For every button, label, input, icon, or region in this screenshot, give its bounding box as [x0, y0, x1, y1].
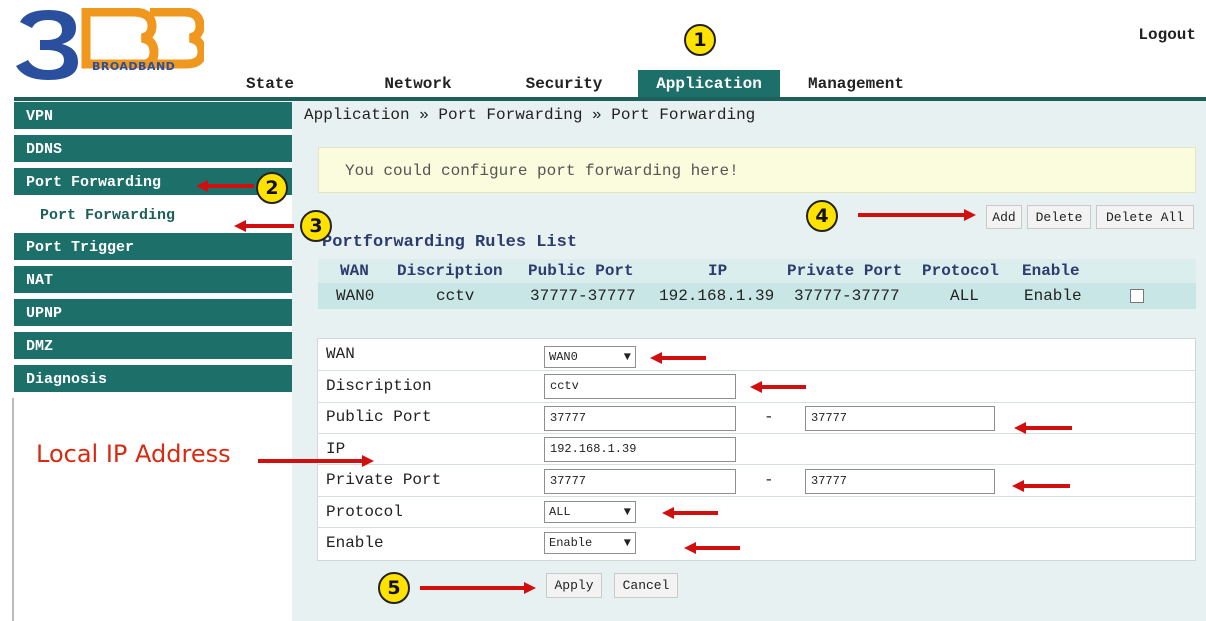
sidebar-item-port-trigger[interactable]: Port Trigger: [14, 233, 292, 262]
rules-list-title: Portforwarding Rules List: [322, 233, 578, 252]
description-input[interactable]: cctv: [544, 374, 736, 399]
arrow-right-icon: [362, 455, 374, 467]
column-header-private-port: Private Port: [787, 262, 903, 280]
public-port-start-input[interactable]: 37777: [544, 406, 736, 431]
nav-tab-network[interactable]: Network: [368, 70, 468, 98]
column-header-public-port: Public Port: [528, 262, 634, 280]
private-port-start-input[interactable]: 37777: [544, 469, 736, 494]
range-separator: -: [764, 471, 774, 489]
sidebar-item-vpn[interactable]: VPN: [14, 102, 292, 131]
row-select-checkbox[interactable]: [1130, 289, 1144, 303]
cell-public-port: 37777-37777: [530, 287, 636, 305]
annotation-arrow: [760, 385, 806, 389]
cell-description: cctv: [436, 287, 475, 305]
cell-private-port: 37777-37777: [794, 287, 900, 305]
cell-wan: WAN0: [336, 287, 375, 305]
private-port-end-input[interactable]: 37777: [805, 469, 995, 494]
delete-button[interactable]: Delete: [1027, 205, 1091, 229]
private-port-label: Private Port: [326, 471, 442, 489]
wan-select[interactable]: WAN0 ▼: [544, 346, 636, 368]
cell-enable: Enable: [1024, 287, 1082, 305]
annotation-arrow: [1022, 484, 1070, 488]
step-badge-3: 3: [300, 210, 332, 242]
enable-select[interactable]: Enable ▼: [544, 532, 636, 554]
arrow-left-icon: [650, 352, 662, 364]
annotation-arrow: [244, 224, 294, 228]
arrow-left-icon: [1012, 480, 1024, 492]
info-notice: You could configure port forwarding here…: [318, 147, 1196, 193]
protocol-select-value: ALL: [549, 505, 571, 519]
arrow-left-icon: [662, 507, 674, 519]
nav-tab-state[interactable]: State: [232, 70, 308, 98]
breadcrumb: Application » Port Forwarding » Port For…: [304, 106, 756, 124]
arrow-left-icon: [684, 542, 696, 554]
nav-tab-application[interactable]: Application: [638, 70, 780, 98]
wan-select-value: WAN0: [549, 350, 578, 364]
cell-protocol: ALL: [950, 287, 979, 305]
logout-link[interactable]: Logout: [1138, 26, 1196, 44]
annotation-arrow: [1024, 426, 1072, 430]
annotation-arrow: [858, 213, 964, 217]
form-divider: [317, 433, 1196, 434]
arrow-right-icon: [964, 209, 976, 221]
sidebar-item-upnp[interactable]: UPNP: [14, 299, 292, 328]
arrow-left-icon: [1014, 422, 1026, 434]
wan-label: WAN: [326, 345, 355, 363]
step-badge-4: 4: [806, 200, 838, 232]
sidebar-item-diagnosis[interactable]: Diagnosis: [14, 365, 292, 394]
ip-input[interactable]: 192.168.1.39: [544, 437, 736, 462]
step-badge-2: 2: [256, 172, 288, 204]
chevron-down-icon: ▼: [623, 536, 631, 550]
annotation-arrow: [258, 459, 362, 463]
column-header-enable: Enable: [1022, 262, 1080, 280]
annotation-arrow: [672, 511, 718, 515]
sidebar-item-dmz[interactable]: DMZ: [14, 332, 292, 361]
arrow-right-icon: [524, 582, 536, 594]
arrow-left-icon: [750, 381, 762, 393]
cancel-button[interactable]: Cancel: [614, 573, 678, 598]
form-divider: [317, 370, 1196, 371]
sidebar-item-port-forwarding[interactable]: Port Forwarding: [14, 168, 292, 197]
annotation-arrow: [420, 586, 524, 590]
column-header-description: Discription: [397, 262, 503, 280]
enable-select-value: Enable: [549, 536, 593, 550]
sidebar-item-nat[interactable]: NAT: [14, 266, 292, 295]
protocol-label: Protocol: [326, 503, 403, 521]
enable-label: Enable: [326, 534, 384, 552]
local-ip-annotation: Local IP Address: [36, 440, 231, 468]
step-badge-5: 5: [378, 572, 410, 604]
nav-tab-management[interactable]: Management: [792, 70, 920, 98]
form-divider: [317, 527, 1196, 528]
annotation-arrow: [206, 184, 254, 188]
range-separator: -: [764, 408, 774, 426]
annotation-arrow: [660, 356, 706, 360]
arrow-left-icon: [196, 180, 208, 192]
step-badge-1: 1: [684, 24, 716, 56]
cell-ip: 192.168.1.39: [659, 287, 775, 305]
ip-label: IP: [326, 440, 346, 458]
description-label: Discription: [326, 377, 432, 395]
form-divider: [317, 402, 1196, 403]
chevron-down-icon: ▼: [623, 505, 631, 519]
public-port-label: Public Port: [326, 408, 432, 426]
add-button[interactable]: Add: [986, 205, 1022, 229]
nav-tab-security[interactable]: Security: [510, 70, 618, 98]
brand-tagline: BROADBAND: [92, 60, 176, 73]
apply-button[interactable]: Apply: [546, 573, 602, 598]
chevron-down-icon: ▼: [623, 350, 631, 364]
column-header-ip: IP: [708, 262, 728, 280]
form-divider: [317, 496, 1196, 497]
column-header-protocol: Protocol: [922, 262, 999, 280]
annotation-arrow: [694, 546, 740, 550]
sidebar-border: [12, 398, 14, 621]
sidebar-item-ddns[interactable]: DDNS: [14, 135, 292, 164]
column-header-wan: WAN: [340, 262, 369, 280]
delete-all-button[interactable]: Delete All: [1096, 205, 1194, 229]
public-port-end-input[interactable]: 37777: [805, 406, 995, 431]
protocol-select[interactable]: ALL ▼: [544, 501, 636, 523]
form-divider: [317, 464, 1196, 465]
arrow-left-icon: [234, 220, 246, 232]
